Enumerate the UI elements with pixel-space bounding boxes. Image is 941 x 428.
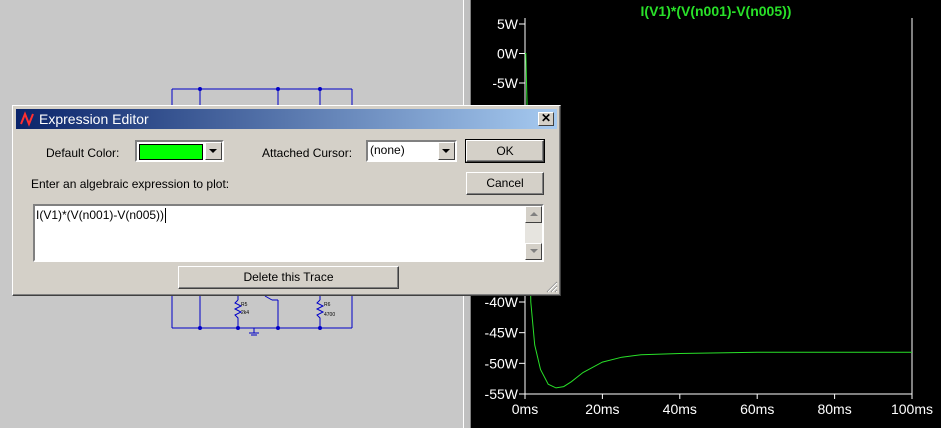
x-tick-label: 60ms <box>740 401 774 417</box>
resize-grip-icon[interactable] <box>546 281 558 293</box>
attached-cursor-select[interactable]: (none) <box>366 140 457 162</box>
chevron-down-icon[interactable] <box>205 142 222 160</box>
delete-trace-button[interactable]: Delete this Trace <box>178 266 399 289</box>
scroll-down-icon[interactable] <box>525 243 542 260</box>
text-caret <box>165 208 166 223</box>
expression-textarea[interactable]: I(V1)*(V(n001)-V(n005)) <box>33 204 544 262</box>
ltspice-app-icon <box>20 111 34 127</box>
plot-title: I(V1)*(V(n001)-V(n005)) <box>641 3 792 19</box>
x-tick-label: 40ms <box>663 401 697 417</box>
x-tick-label: 80ms <box>817 401 851 417</box>
dialog-title: Expression Editor <box>39 111 149 127</box>
resistor-r6-ref: R6 <box>324 302 331 308</box>
expression-editor-dialog: Expression Editor ✕ Default Color: Attac… <box>12 105 561 296</box>
default-color-label: Default Color: <box>46 146 120 160</box>
close-icon: ✕ <box>540 111 552 125</box>
default-color-swatch <box>139 144 203 160</box>
y-tick-label: 5W <box>497 16 519 32</box>
y-tick-label: 0W <box>497 46 519 62</box>
y-tick-label: -50W <box>485 355 519 371</box>
expression-text[interactable]: I(V1)*(V(n001)-V(n005)) <box>36 208 164 222</box>
resistor-r5-value: 2k4 <box>241 310 249 316</box>
x-tick-label: 20ms <box>585 401 619 417</box>
cancel-button[interactable]: Cancel <box>466 172 544 195</box>
default-color-select[interactable] <box>135 140 224 162</box>
resistor-r5-ref: R5 <box>241 302 248 308</box>
expression-prompt-label: Enter an algebraic expression to plot: <box>31 177 230 191</box>
dialog-title-bar[interactable]: Expression Editor ✕ <box>16 109 557 129</box>
close-button[interactable]: ✕ <box>538 112 554 126</box>
trace-line[interactable] <box>525 53 912 389</box>
resistor-r6-value: 4700 <box>324 312 335 318</box>
attached-cursor-label: Attached Cursor: <box>262 146 353 160</box>
resistor-r6 <box>315 299 325 328</box>
scroll-up-icon[interactable] <box>525 206 542 223</box>
y-tick-label: -45W <box>485 325 519 341</box>
x-tick-label: 0ms <box>512 401 538 417</box>
x-tick-label: 100ms <box>891 401 933 417</box>
attached-cursor-value: (none) <box>370 143 405 157</box>
y-tick-label: -5W <box>492 75 518 91</box>
y-tick-label: -55W <box>485 386 519 402</box>
expression-scrollbar[interactable] <box>525 206 542 260</box>
chevron-down-icon[interactable] <box>438 142 455 160</box>
ok-button[interactable]: OK <box>465 139 545 163</box>
y-tick-label: -40W <box>485 294 519 310</box>
